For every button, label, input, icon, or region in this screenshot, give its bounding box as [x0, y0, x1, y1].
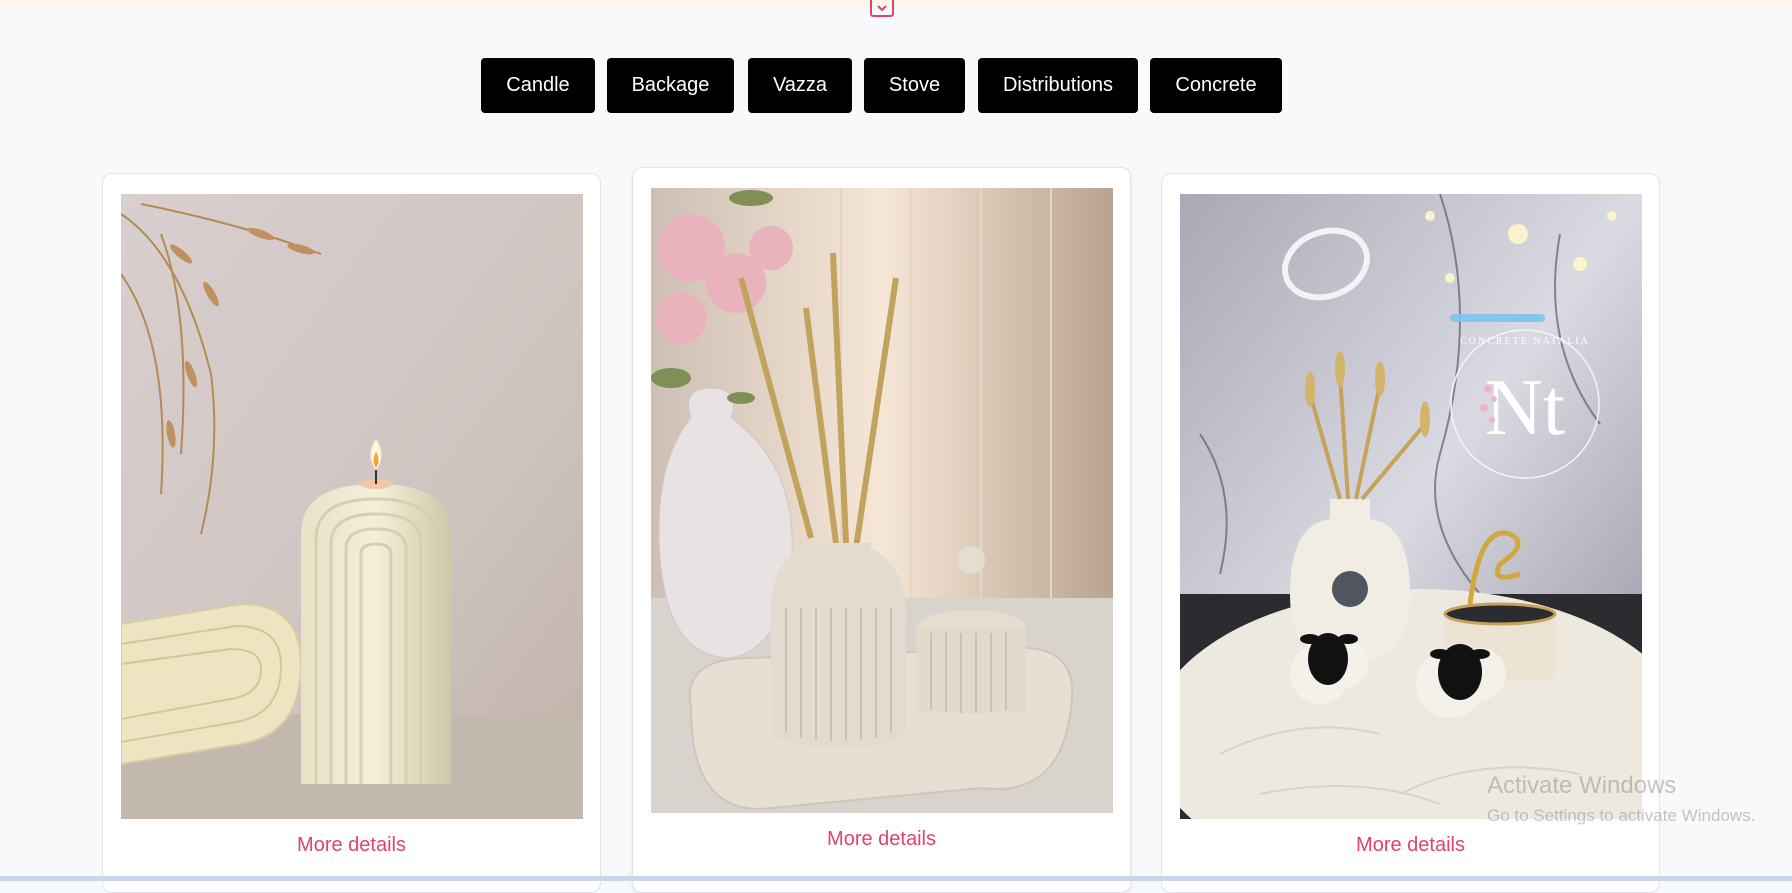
category-button-stove[interactable]: Stove — [864, 58, 965, 113]
category-button-vazza[interactable]: Vazza — [748, 58, 852, 113]
watermark-subtitle: Go to Settings to activate Windows. — [1487, 806, 1756, 825]
arch-candle-photo-icon — [121, 194, 583, 819]
more-details-link[interactable]: More details — [633, 828, 1130, 851]
top-strip — [0, 0, 1792, 8]
more-details-link[interactable]: More details — [103, 834, 600, 857]
category-filter-bar: Candle Backage Vazza Stove Distributions… — [0, 58, 1792, 114]
product-image[interactable] — [651, 188, 1113, 813]
product-card: More details — [102, 173, 601, 893]
scroll-top-icon[interactable] — [869, 0, 895, 18]
bottom-strip — [0, 876, 1792, 881]
windows-activation-watermark: Activate Windows Go to Settings to activ… — [1487, 772, 1755, 826]
reed-diffuser-photo-icon — [651, 188, 1113, 813]
product-card: More details — [632, 167, 1131, 893]
svg-text:CONCRETE NATALIA: CONCRETE NATALIA — [1460, 336, 1590, 347]
category-button-distributions[interactable]: Distributions — [978, 58, 1138, 113]
product-image[interactable] — [121, 194, 583, 819]
more-details-link[interactable]: More details — [1162, 834, 1659, 857]
watermark-title: Activate Windows — [1487, 772, 1677, 799]
category-button-concrete[interactable]: Concrete — [1150, 58, 1282, 113]
product-image[interactable]: Nt CONCRETE NATALIA — [1180, 194, 1642, 819]
svg-text:Nt: Nt — [1485, 364, 1565, 452]
category-button-backage[interactable]: Backage — [607, 58, 734, 113]
eid-tray-photo-icon: Nt CONCRETE NATALIA — [1180, 194, 1642, 819]
category-button-candle[interactable]: Candle — [481, 58, 595, 113]
